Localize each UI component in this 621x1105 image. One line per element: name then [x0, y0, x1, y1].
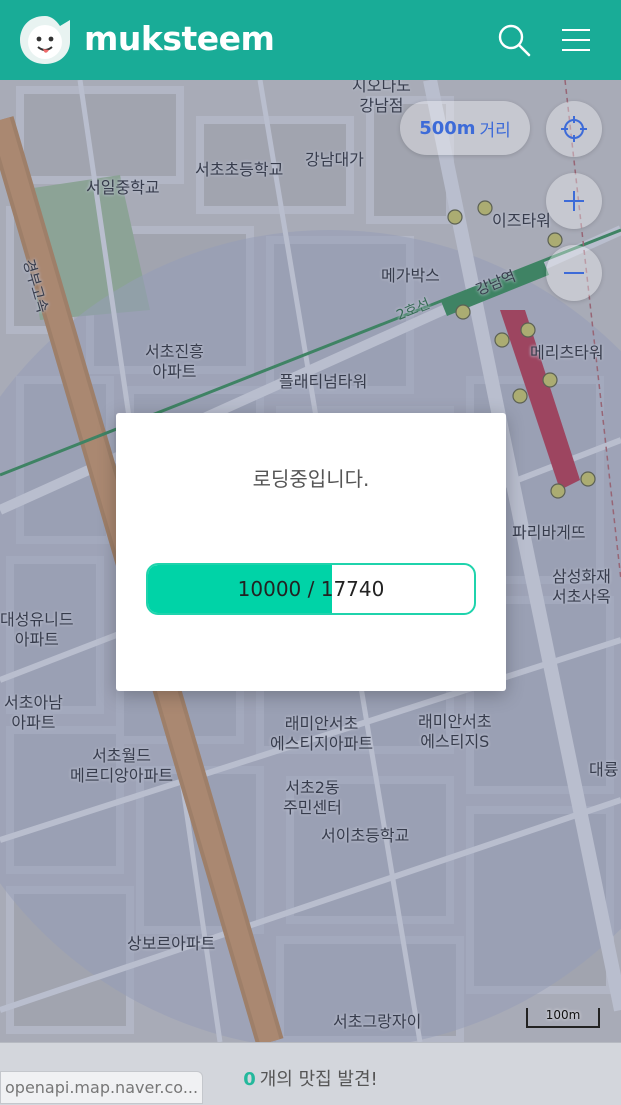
- search-icon: [498, 24, 531, 57]
- result-count: 0: [243, 1069, 256, 1090]
- menu-button[interactable]: [556, 20, 596, 60]
- hamburger-menu-icon: [562, 29, 590, 51]
- loading-progress-bar: 10000 / 17740: [146, 563, 476, 615]
- logo-icon[interactable]: [16, 12, 74, 68]
- map-scale: 100m: [526, 1008, 600, 1028]
- crosshair-icon: [561, 116, 587, 142]
- app-header: muksteem: [0, 0, 621, 80]
- search-button[interactable]: [494, 20, 534, 60]
- distance-value: 500m: [419, 117, 476, 139]
- distance-unit: 거리: [479, 120, 511, 141]
- loading-dialog: 로딩중입니다. 10000 / 17740: [116, 413, 506, 691]
- brand-name[interactable]: muksteem: [84, 19, 275, 58]
- distance-filter-button[interactable]: 500m 거리: [400, 101, 530, 155]
- zoom-in-button[interactable]: [546, 173, 602, 229]
- result-text: 개의 맛집 발견!: [259, 1069, 378, 1090]
- minus-icon: [564, 272, 584, 274]
- progress-text: 10000 / 17740: [237, 577, 385, 601]
- plus-icon: [564, 191, 584, 211]
- locate-button[interactable]: [546, 101, 602, 157]
- status-url-tooltip: openapi.map.naver.co...: [0, 1071, 203, 1104]
- loading-message: 로딩중입니다.: [252, 467, 370, 491]
- zoom-out-button[interactable]: [546, 245, 602, 301]
